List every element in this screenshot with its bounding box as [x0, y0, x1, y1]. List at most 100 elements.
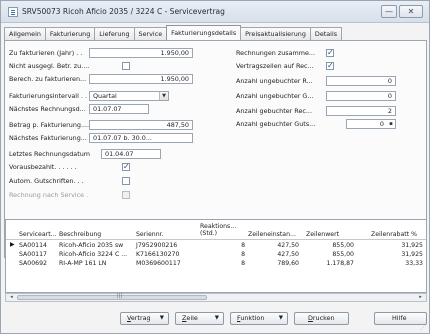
label-betrag-p: Betrag p. Fakturierung.... [9, 121, 90, 129]
col-header-zeileneinstand[interactable]: Zeileneinstan... [248, 231, 296, 238]
service-contract-window: SRV50073 Ricoh Aficio 2035 / 3224 C - Se… [0, 0, 430, 334]
cell-zeilenwert[interactable]: 1.178,87 [316, 260, 354, 267]
drucken-button[interactable]: Drucken [294, 312, 349, 325]
label-intervall: Fakturierungsintervall . . [9, 92, 87, 100]
cell-serviceart[interactable]: SA00114 [19, 242, 47, 249]
checkbox-rechnung-nach-service[interactable] [122, 191, 130, 199]
cell-reaktion[interactable]: 8 [231, 251, 245, 258]
col-header-beschreibung[interactable]: Beschreibung [59, 231, 101, 238]
cell-beschreibung[interactable]: Ricoh-Aficio 2035 sw [59, 242, 123, 249]
scroll-right-arrow-icon[interactable]: ▸ [416, 294, 425, 301]
cell-serviceart[interactable]: SA00117 [19, 251, 47, 258]
tab-lieferung[interactable]: Lieferung [94, 27, 135, 40]
label-vorausbezahlt: Vorausbezahlt. . . . . . [9, 163, 77, 171]
cell-zeilenwert[interactable]: 855,00 [316, 242, 354, 249]
table-row[interactable]: SA00692 RI-A-MP 161 LN M0369600117 8 789… [6, 259, 426, 268]
checkbox-nicht-ausgegl[interactable] [122, 62, 130, 70]
chevron-down-icon: ▼ [159, 315, 164, 321]
tab-preisaktualisierung[interactable]: Preisaktualisierung [240, 27, 311, 40]
cell-seriennr[interactable]: J7952900216 [136, 242, 177, 249]
contract-lines-grid: Serviceart... Beschreibung Seriennr. Rea… [5, 219, 427, 293]
cell-rabatt[interactable]: 31,925 [381, 242, 423, 249]
selected-row-indicator-icon: ▶ [10, 241, 15, 248]
tab-fakturierungsdetails[interactable]: Fakturierungsdetails [166, 25, 242, 40]
col-header-reaktions-line2: (Std.) [200, 230, 218, 237]
input-naechstes-rechnungsd[interactable]: 01.07.07 [89, 104, 149, 114]
col-header-seriennr[interactable]: Seriennr. [136, 231, 164, 238]
label-nicht-ausgegl: Nicht ausgegl. Betr. zu.... [9, 62, 90, 70]
label-zu-fakturieren: Zu fakturieren (Jahr) . . [9, 49, 83, 57]
label-ungebuchter-r: Anzahl ungebuchter R... [236, 77, 313, 85]
grid-header: Serviceart... Beschreibung Seriennr. Rea… [6, 220, 426, 240]
cell-zeileneinstand[interactable]: 789,60 [261, 260, 299, 267]
checkbox-autom-gutschriften[interactable] [122, 177, 130, 185]
label-letztes: Letztes Rechnungsdatum [9, 150, 90, 158]
document-icon [8, 7, 18, 17]
chevron-down-icon: ▼ [214, 315, 219, 321]
cell-seriennr[interactable]: K7166130270 [136, 251, 179, 258]
input-zu-fakturieren[interactable]: 1.950,00 [89, 48, 193, 58]
input-gebuchter-rec[interactable]: 2 [326, 106, 396, 116]
label-autom-gutschriften: Autom. Gutschriften. . . [9, 177, 84, 185]
intervall-value: Quartal [93, 92, 117, 100]
label-naechstes-rechnungsd: Nächstes Rechnungsd... [9, 105, 86, 113]
input-ungebuchter-r[interactable]: 0 [326, 76, 396, 86]
scrollbar-thumb[interactable] [17, 295, 207, 300]
checkbox-vertragszeilen[interactable] [326, 61, 334, 70]
drucken-label: rucken [312, 314, 335, 322]
grip-icon: ||| [117, 293, 123, 299]
input-betrag-p[interactable]: 487,50 [89, 120, 193, 130]
intervall-select[interactable]: Quartal ▼ [89, 91, 169, 101]
label-ungebuchter-g: Anzahl ungebuchter G... [236, 92, 314, 100]
label-naechste-fakt: Nächstes Fakturierung... [9, 134, 87, 142]
checkbox-rechnungen-zusamme[interactable] [326, 48, 334, 57]
tab-service[interactable]: Service [133, 27, 168, 40]
table-row[interactable]: ▶ SA00114 Ricoh-Aficio 2035 sw J79529002… [6, 241, 426, 250]
label-berech: Berech. zu fakturieren... [9, 75, 87, 83]
input-letztes[interactable]: 01.04.07 [101, 149, 161, 159]
tab-strip: Allgemein Fakturierung Lieferung Service… [4, 25, 343, 41]
label-vertragszeilen: Vertragszeilen auf Rec... [236, 62, 314, 70]
tab-fakturierung[interactable]: Fakturierung [44, 27, 96, 40]
chevron-down-icon[interactable]: ▼ [159, 92, 168, 100]
input-ungebuchter-g[interactable]: 0 [326, 91, 396, 101]
vertrag-label: ertrag [130, 314, 151, 322]
cell-rabatt[interactable]: 33,33 [381, 260, 423, 267]
gebuchter-guts-value: 0 [379, 120, 384, 128]
lookup-icon[interactable]: ▪ [387, 120, 395, 128]
label-rechnungen-zusamme: Rechnungen zusamme... [236, 49, 315, 57]
col-header-rabatt[interactable]: Zeilenrabatt % [371, 231, 417, 238]
tab-allgemein[interactable]: Allgemein [4, 27, 46, 40]
resize-grip-icon[interactable]: ⋰ [420, 324, 427, 331]
cell-serviceart[interactable]: SA00692 [19, 260, 47, 267]
cell-zeileneinstand[interactable]: 427,50 [261, 242, 299, 249]
col-header-reaktions-line1[interactable]: Reaktions... [200, 223, 236, 230]
vertrag-button[interactable]: Vertrag ▼ [120, 312, 169, 325]
cell-beschreibung[interactable]: Ricoh-Aficio 3224 C ... [59, 251, 127, 258]
funktion-button[interactable]: Funktion ▼ [230, 312, 288, 325]
input-naechste-fakt[interactable]: 01.07.07 b. 30.0... [89, 133, 193, 143]
cell-seriennr[interactable]: M0369600117 [136, 260, 181, 267]
table-row[interactable]: SA00117 Ricoh-Aficio 3224 C ... K7166130… [6, 250, 426, 259]
checkbox-vorausbezahlt[interactable] [122, 162, 130, 171]
tab-details[interactable]: Details [309, 27, 343, 40]
cell-zeileneinstand[interactable]: 427,50 [261, 251, 299, 258]
scroll-left-arrow-icon[interactable]: ◂ [7, 294, 16, 301]
input-gebuchter-guts[interactable]: 0 ▪ [346, 119, 396, 129]
cell-reaktion[interactable]: 8 [231, 242, 245, 249]
cell-rabatt[interactable]: 31,925 [381, 251, 423, 258]
close-button[interactable]: ✕ [399, 5, 423, 18]
horizontal-scrollbar[interactable]: ◂ ||| ▸ [5, 293, 427, 302]
label-gebuchter-rec: Anzahl gebuchter Rec... [236, 107, 312, 115]
cell-reaktion[interactable]: 8 [231, 260, 245, 267]
zeile-button[interactable]: Zeile ▼ [175, 312, 224, 325]
title-bar[interactable]: SRV50073 Ricoh Aficio 2035 / 3224 C - Se… [1, 1, 429, 23]
cell-beschreibung[interactable]: RI-A-MP 161 LN [59, 260, 106, 267]
cell-zeilenwert[interactable]: 855,00 [316, 251, 354, 258]
minimize-button[interactable]: — [381, 5, 397, 18]
input-berech[interactable]: 1.950,00 [89, 74, 193, 84]
col-header-zeilenwert[interactable]: Zeilenwert [306, 231, 339, 238]
label-rechnung-nach-service: Rechnung nach Service . [9, 191, 89, 199]
col-header-serviceart[interactable]: Serviceart... [19, 231, 57, 238]
chevron-down-icon: ▼ [278, 315, 283, 321]
